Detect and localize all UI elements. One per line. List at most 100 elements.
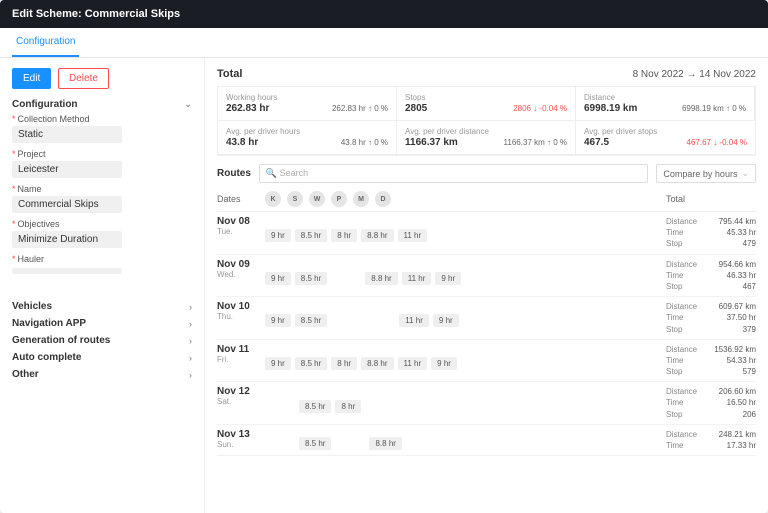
hours-chip[interactable]: 8.5 hr: [295, 357, 327, 370]
metric-label: Stops: [405, 93, 567, 102]
metrics-grid: Working hours 262.83 hr 262.83 hr ↑ 0 % …: [217, 86, 756, 156]
metric-trend: 467.67 ↓ -0.04 %: [687, 138, 747, 147]
day-of-week: Fri.: [217, 355, 265, 364]
metric-value: 2805: [405, 103, 427, 114]
hours-chip[interactable]: 9 hr: [433, 314, 459, 327]
driver-avatar[interactable]: K: [265, 191, 281, 207]
hours-chip[interactable]: 8 hr: [335, 400, 361, 413]
day-of-week: Wed.: [217, 270, 265, 279]
field-hauler: Hauler: [12, 254, 192, 277]
hours-chip[interactable]: 9 hr: [265, 314, 291, 327]
driver-avatar[interactable]: M: [353, 191, 369, 207]
date-value: Nov 08: [217, 216, 265, 227]
metric-trend: 6998.19 km ↑ 0 %: [682, 104, 746, 113]
hours-chip[interactable]: 8.5 hr: [295, 314, 327, 327]
metric-value: 6998.19 km: [584, 103, 637, 114]
hours-chip[interactable]: 8.8 hr: [369, 437, 401, 450]
hours-chip[interactable]: 11 hr: [398, 357, 428, 370]
edit-button[interactable]: Edit: [12, 68, 51, 89]
hours-chip[interactable]: 8.8 hr: [365, 272, 397, 285]
metric-label: Avg. per driver distance: [405, 127, 567, 136]
page-title: Edit Scheme: Commercial Skips: [12, 8, 180, 20]
col-total: Total: [666, 194, 756, 204]
metric-trend: 43.8 hr ↑ 0 %: [341, 138, 388, 147]
metric-label: Working hours: [226, 93, 388, 102]
chevron-right-icon: ›: [189, 336, 192, 346]
section-auto-complete[interactable]: Auto complete ›: [12, 352, 192, 363]
section-vehicles[interactable]: Vehicles ›: [12, 301, 192, 312]
hours-chip[interactable]: 8 hr: [331, 229, 357, 242]
date-value: Nov 12: [217, 386, 265, 397]
date-value: Nov 09: [217, 259, 265, 270]
table-row: Nov 12Sat. 8.5 hr 8 hr Distance206.60 km T…: [217, 382, 756, 425]
routes-label: Routes: [217, 168, 251, 179]
chevron-right-icon: ›: [189, 302, 192, 312]
tab-configuration[interactable]: Configuration: [12, 28, 79, 57]
hours-chip[interactable]: 11 hr: [399, 314, 429, 327]
section-other[interactable]: Other ›: [12, 369, 192, 380]
date-value: Nov 10: [217, 301, 265, 312]
delete-button[interactable]: Delete: [58, 68, 109, 89]
hours-chip[interactable]: 8.5 hr: [299, 437, 331, 450]
row-totals: Distance954.66 km Time46.33 hr Stop467: [666, 259, 756, 293]
metric-value: 467.5: [584, 137, 609, 148]
row-totals: Distance206.60 km Time16.50 hr Stop206: [666, 386, 756, 420]
driver-avatar[interactable]: P: [331, 191, 347, 207]
chevron-right-icon: ›: [189, 353, 192, 363]
metric-label: Avg. per driver stops: [584, 127, 747, 136]
hours-chip[interactable]: 11 hr: [398, 229, 428, 242]
metric-trend: 262.83 hr ↑ 0 %: [332, 104, 388, 113]
compare-select[interactable]: Compare by hours ⌄: [656, 164, 756, 183]
table-row: Nov 13Sun.8.5 hr8.8 hr Distance248.21 km…: [217, 425, 756, 456]
field-name: Name Commercial Skips: [12, 184, 192, 213]
routes-table-body: Nov 08Tue.9 hr8.5 hr8 hr8.8 hr11 hr Dist…: [217, 212, 756, 456]
col-dates: Dates: [217, 194, 265, 204]
driver-avatar[interactable]: S: [287, 191, 303, 207]
search-input[interactable]: 🔍 Search: [259, 164, 649, 183]
chevron-right-icon: ›: [189, 370, 192, 380]
metric-label: Distance: [584, 93, 746, 102]
hours-chip[interactable]: 9 hr: [431, 357, 457, 370]
main-content: Total 8 Nov 2022 → 14 Nov 2022 Working h…: [205, 58, 768, 513]
hours-chip[interactable]: 8.8 hr: [361, 357, 393, 370]
hours-chip[interactable]: 8.8 hr: [361, 229, 393, 242]
metric-label: Avg. per driver hours: [226, 127, 388, 136]
day-of-week: Sat.: [217, 397, 265, 406]
row-totals: Distance795.44 km Time45.33 hr Stop479: [666, 216, 756, 250]
driver-avatar[interactable]: D: [375, 191, 391, 207]
tabs-bar: Configuration: [0, 28, 768, 58]
chevron-down-icon: ⌄: [741, 168, 749, 179]
chevron-right-icon: ›: [189, 319, 192, 329]
day-of-week: Tue.: [217, 227, 265, 236]
metric-trend: 2806 ↓ -0.04 %: [513, 104, 567, 113]
date-range: 8 Nov 2022 → 14 Nov 2022: [633, 69, 756, 80]
row-totals: Distance248.21 km Time17.33 hr: [666, 429, 756, 451]
hours-chip[interactable]: 8.5 hr: [295, 229, 327, 242]
metric-card: Avg. per driver distance 1166.37 km 1166…: [397, 121, 576, 155]
hours-chip[interactable]: 11 hr: [402, 272, 432, 285]
hours-chip[interactable]: 9 hr: [265, 229, 291, 242]
hours-chip[interactable]: 8 hr: [331, 357, 357, 370]
field-project: Project Leicester: [12, 149, 192, 178]
routes-table-header: Dates KSWPMD Total: [217, 187, 756, 212]
hours-chip[interactable]: 8.5 hr: [299, 400, 331, 413]
metric-card: Avg. per driver stops 467.5 467.67 ↓ -0.…: [576, 121, 755, 155]
metric-card: Stops 2805 2806 ↓ -0.04 %: [397, 87, 576, 121]
table-row: Nov 09Wed.9 hr8.5 hr8.8 hr11 hr9 hr Dist…: [217, 255, 756, 298]
hours-chip[interactable]: 9 hr: [265, 357, 291, 370]
section-generation-of-routes[interactable]: Generation of routes ›: [12, 335, 192, 346]
section-configuration[interactable]: Configuration ⌄: [12, 99, 192, 110]
metric-value: 1166.37 km: [405, 137, 458, 148]
metric-card: Working hours 262.83 hr 262.83 hr ↑ 0 %: [218, 87, 397, 121]
day-of-week: Thu.: [217, 312, 265, 321]
hours-chip[interactable]: 9 hr: [265, 272, 291, 285]
driver-avatar[interactable]: W: [309, 191, 325, 207]
metric-trend: 1166.37 km ↑ 0 %: [504, 138, 567, 147]
date-value: Nov 13: [217, 429, 265, 440]
hours-chip[interactable]: 8.5 hr: [295, 272, 327, 285]
hours-chip[interactable]: 9 hr: [435, 272, 461, 285]
section-navigation-app[interactable]: Navigation APP ›: [12, 318, 192, 329]
total-title: Total: [217, 68, 242, 80]
metric-card: Avg. per driver hours 43.8 hr 43.8 hr ↑ …: [218, 121, 397, 155]
row-totals: Distance609.67 km Time37.50 hr Stop379: [666, 301, 756, 335]
